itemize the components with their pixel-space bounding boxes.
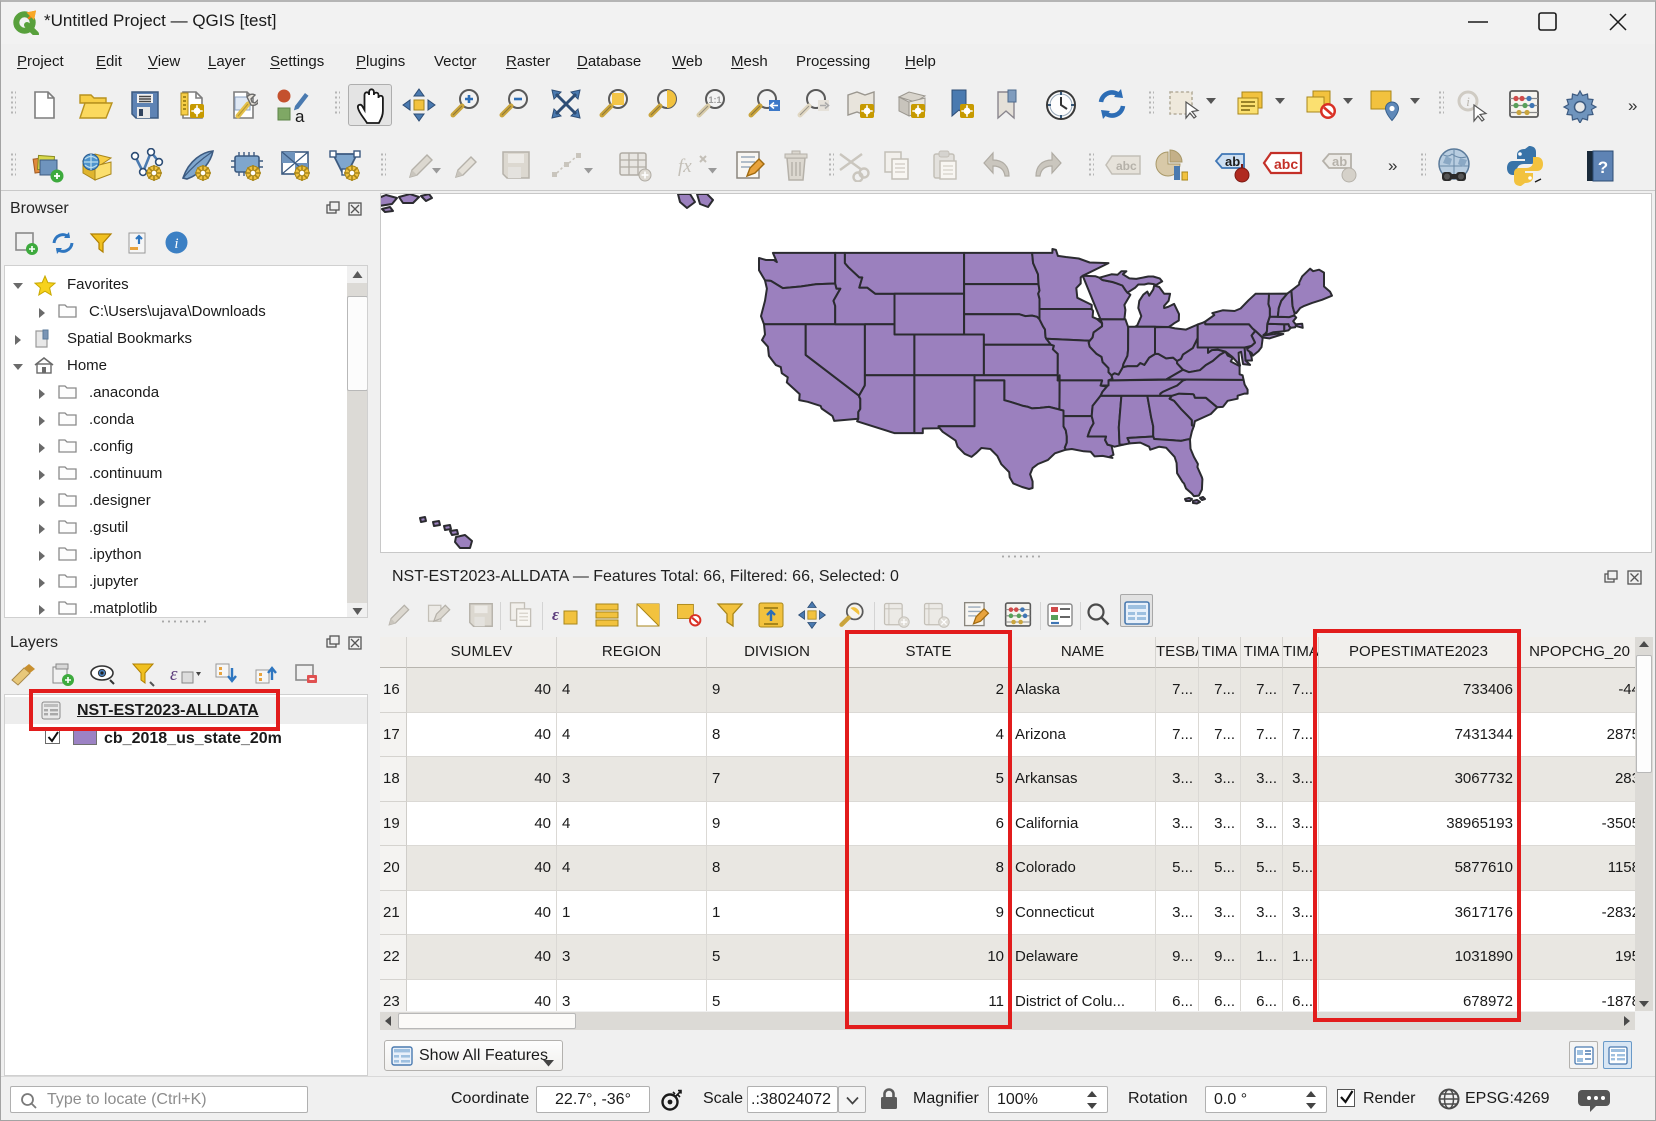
svg-text:?: ? [1598, 158, 1608, 177]
svg-text:i: i [174, 236, 178, 252]
svg-text:ε: ε [170, 664, 178, 685]
svg-text:ab: ab [1225, 154, 1240, 169]
svg-text:abc: abc [1116, 159, 1137, 173]
svg-text:fx: fx [678, 156, 692, 177]
svg-text:ab: ab [1332, 154, 1347, 169]
svg-text:abc: abc [1274, 156, 1298, 172]
svg-text:ε: ε [552, 605, 559, 624]
svg-text:1:1: 1:1 [708, 95, 721, 105]
svg-text:a: a [295, 107, 305, 124]
svg-text:i: i [1466, 94, 1470, 109]
